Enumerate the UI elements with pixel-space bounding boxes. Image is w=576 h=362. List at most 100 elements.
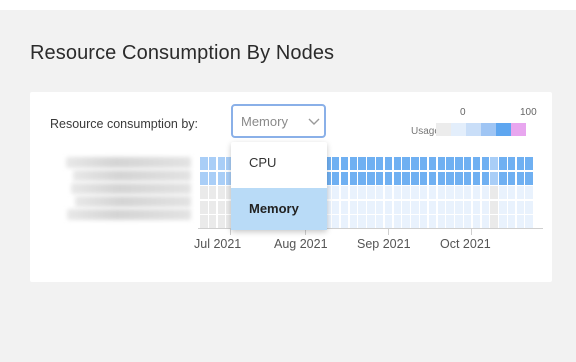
heatmap-cell (375, 215, 384, 228)
heatmap-cell (358, 200, 366, 214)
heatmap-cell (208, 186, 217, 199)
heatmap-cell (402, 171, 410, 185)
select-value: Memory (241, 114, 288, 129)
heatmap-cell (331, 200, 340, 214)
heatmap-cell (402, 186, 410, 199)
heatmap-cell (384, 215, 393, 228)
legend-max: 100 (520, 107, 537, 118)
heatmap-cell (375, 171, 384, 185)
heatmap-cell (463, 157, 472, 170)
dropdown-option-cpu[interactable]: CPU (231, 142, 327, 184)
heatmap-cell (428, 186, 437, 199)
node-name-row (75, 196, 191, 207)
legend-swatch (496, 123, 511, 136)
heatmap-cell (419, 171, 428, 185)
heatmap-cell (340, 157, 349, 170)
heatmap-cell (472, 171, 481, 185)
heatmap-cell (525, 186, 533, 199)
heatmap-cell (463, 200, 472, 214)
heatmap-cell (490, 200, 498, 214)
heatmap-cell (208, 215, 217, 228)
heatmap-cell (516, 200, 525, 214)
heatmap-cell (419, 215, 428, 228)
heatmap-cell (331, 186, 340, 199)
heatmap-cell (446, 215, 454, 228)
heatmap-cell (455, 171, 463, 185)
heatmap-cell (455, 215, 463, 228)
heatmap-cell (411, 157, 419, 170)
dropdown-option-memory[interactable]: Memory (231, 188, 327, 230)
node-name-row (67, 209, 191, 220)
usage-color-scale (436, 123, 526, 136)
x-axis-label-jul: Jul 2021 (194, 237, 242, 251)
heatmap-cell (367, 215, 375, 228)
heatmap-cell (499, 171, 507, 185)
heatmap-cell (516, 171, 525, 185)
heatmap-cell (446, 157, 454, 170)
heatmap-cell (525, 200, 533, 214)
heatmap-cell (490, 157, 498, 170)
heatmap-cell (490, 171, 498, 185)
heatmap-cell (217, 157, 226, 170)
heatmap-cell (481, 157, 489, 170)
heatmap-cell (384, 186, 393, 199)
heatmap-cell (499, 186, 507, 199)
legend-swatch (466, 123, 481, 136)
heatmap-cell (428, 171, 437, 185)
heatmap-cell (490, 215, 498, 228)
heatmap-cell (419, 200, 428, 214)
heatmap-cell (402, 200, 410, 214)
heatmap-cell (437, 157, 446, 170)
resource-type-select[interactable]: Memory (231, 104, 326, 138)
heatmap-cell (525, 171, 533, 185)
x-axis-label-aug: Aug 2021 (274, 237, 328, 251)
heatmap-cell (411, 171, 419, 185)
heatmap-cell (331, 157, 340, 170)
heatmap-cell (507, 186, 516, 199)
heatmap-cell (516, 186, 525, 199)
heatmap-cell (428, 157, 437, 170)
heatmap-cell (525, 215, 533, 228)
heatmap-cell (375, 157, 384, 170)
heatmap-cell (402, 215, 410, 228)
heatmap-cell (463, 186, 472, 199)
heatmap-cell (200, 157, 208, 170)
heatmap-cell (446, 186, 454, 199)
heatmap-cell (499, 157, 507, 170)
heatmap-cell (367, 157, 375, 170)
x-tick (471, 229, 472, 235)
legend-swatch (481, 123, 496, 136)
x-axis-label-oct: Oct 2021 (440, 237, 491, 251)
heatmap-cell (419, 186, 428, 199)
heatmap-cell (472, 215, 481, 228)
node-name-row (71, 183, 191, 194)
x-tick (388, 229, 389, 235)
heatmap-cell (375, 186, 384, 199)
heatmap-cell (428, 200, 437, 214)
heatmap-cell (499, 200, 507, 214)
heatmap-cell (428, 215, 437, 228)
resource-type-dropdown-menu: CPU Memory (231, 142, 327, 230)
heatmap-cell (507, 157, 516, 170)
legend-min: 0 (460, 107, 466, 118)
heatmap-cell (455, 157, 463, 170)
legend-swatch (511, 123, 526, 136)
heatmap-cell (367, 186, 375, 199)
heatmap-cell (349, 215, 358, 228)
heatmap-cell (349, 186, 358, 199)
heatmap-cell (340, 186, 349, 199)
heatmap-cell (331, 215, 340, 228)
legend-swatch (451, 123, 466, 136)
heatmap-cell (481, 171, 489, 185)
heatmap-cell (490, 186, 498, 199)
heatmap-cell (437, 171, 446, 185)
heatmap-cell (437, 215, 446, 228)
heatmap-cell (384, 200, 393, 214)
heatmap-cell (200, 171, 208, 185)
heatmap-cell (437, 186, 446, 199)
heatmap-cell (516, 215, 525, 228)
heatmap-cell (384, 157, 393, 170)
heatmap-cell (200, 186, 208, 199)
legend-swatch (436, 123, 451, 136)
heatmap-cell (472, 186, 481, 199)
